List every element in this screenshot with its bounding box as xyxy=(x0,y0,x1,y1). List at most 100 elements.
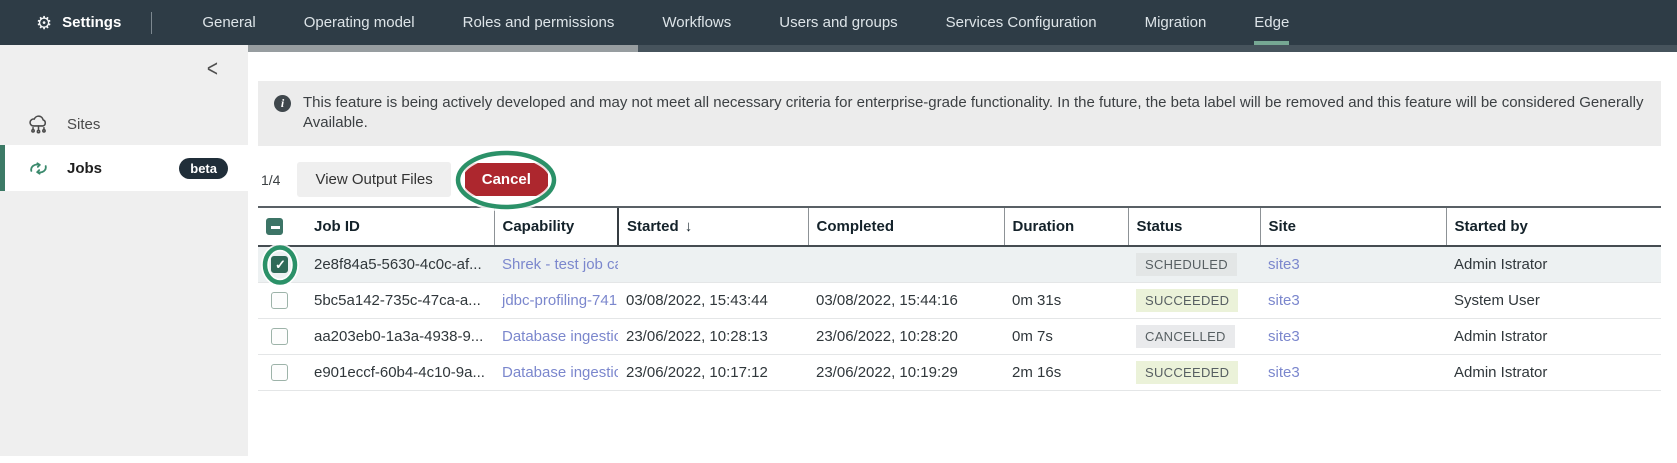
brand-label: Settings xyxy=(62,14,121,31)
jobs-table: Job ID Capability Started↓ Completed Dur… xyxy=(258,206,1661,392)
banner-text: This feature is being actively developed… xyxy=(303,93,1645,134)
sites-cloud-icon xyxy=(27,113,50,136)
main-content: This feature is being actively developed… xyxy=(248,45,1677,456)
completed-cell: 03/08/2022, 15:44:16 xyxy=(808,283,1004,319)
job-id-cell: 5bc5a142-735c-47ca-a... xyxy=(306,283,494,319)
started-by-cell: Admin Istrator xyxy=(1446,246,1661,283)
started-by-cell: Admin Istrator xyxy=(1446,355,1661,391)
capability-cell: Shrek - test job ca xyxy=(494,246,618,283)
nav-divider xyxy=(151,12,152,34)
site-link[interactable]: site3 xyxy=(1268,292,1300,309)
col-completed[interactable]: Completed xyxy=(808,207,1004,247)
select-cell xyxy=(258,355,306,391)
col-duration[interactable]: Duration xyxy=(1004,207,1128,247)
status-cell: SUCCEEDED xyxy=(1128,355,1260,391)
tab-edge[interactable]: Edge xyxy=(1230,0,1313,45)
jobs-toolbar: 1/4 View Output Files Cancel xyxy=(258,160,1661,200)
table-header-row: Job ID Capability Started↓ Completed Dur… xyxy=(258,207,1661,247)
sidebar-item-label: Sites xyxy=(67,116,100,133)
status-badge: SUCCEEDED xyxy=(1136,289,1238,312)
job-id-cell: e901eccf-60b4-4c10-9a... xyxy=(306,355,494,391)
info-icon xyxy=(274,95,291,112)
sort-desc-icon: ↓ xyxy=(685,218,693,235)
site-link[interactable]: site3 xyxy=(1268,328,1300,345)
tab-services-configuration[interactable]: Services Configuration xyxy=(922,0,1121,45)
site-cell: site3 xyxy=(1260,283,1446,319)
completed-cell xyxy=(808,246,1004,283)
status-cell: SUCCEEDED xyxy=(1128,283,1260,319)
sidebar-item-jobs[interactable]: Jobs beta xyxy=(0,145,248,191)
capability-link[interactable]: Database ingestic xyxy=(502,364,618,381)
capability-cell: jdbc-profiling-741 xyxy=(494,283,618,319)
site-link[interactable]: site3 xyxy=(1268,364,1300,381)
horizontal-scrollbar-track[interactable] xyxy=(0,45,1677,52)
row-checkbox[interactable] xyxy=(271,292,288,309)
gear-icon: ⚙ xyxy=(36,14,52,32)
status-cell: SCHEDULED xyxy=(1128,246,1260,283)
tab-users-and-groups[interactable]: Users and groups xyxy=(755,0,921,45)
col-started[interactable]: Started↓ xyxy=(618,207,808,247)
tab-migration[interactable]: Migration xyxy=(1121,0,1231,45)
started-cell: 23/06/2022, 10:28:13 xyxy=(618,319,808,355)
duration-cell: 2m 16s xyxy=(1004,355,1128,391)
selection-count: 1/4 xyxy=(261,172,280,188)
select-cell xyxy=(258,319,306,355)
status-badge: SUCCEEDED xyxy=(1136,361,1238,384)
completed-cell: 23/06/2022, 10:28:20 xyxy=(808,319,1004,355)
capability-link[interactable]: Shrek - test job ca xyxy=(502,256,618,273)
select-all-checkbox[interactable] xyxy=(266,218,283,235)
site-cell: site3 xyxy=(1260,319,1446,355)
started-cell xyxy=(618,246,808,283)
capability-link[interactable]: jdbc-profiling-741 xyxy=(502,292,617,309)
capability-cell: Database ingestic xyxy=(494,355,618,391)
sidebar-collapse-icon[interactable]: < xyxy=(207,56,218,84)
job-id-cell: 2e8f84a5-5630-4c0c-af... xyxy=(306,246,494,283)
select-cell xyxy=(258,283,306,319)
view-output-files-button[interactable]: View Output Files xyxy=(297,162,450,197)
row-checkbox[interactable] xyxy=(271,364,288,381)
col-status[interactable]: Status xyxy=(1128,207,1260,247)
sidebar-item-sites[interactable]: Sites xyxy=(0,103,248,145)
started-cell: 23/06/2022, 10:17:12 xyxy=(618,355,808,391)
started-by-cell: Admin Istrator xyxy=(1446,319,1661,355)
table-row: aa203eb0-1a3a-4938-9... Database ingesti… xyxy=(258,319,1661,355)
nav-tabs: General Operating model Roles and permis… xyxy=(178,0,1313,45)
row-checkbox[interactable] xyxy=(271,256,288,273)
sidebar: < Sites xyxy=(0,45,248,456)
col-started-by[interactable]: Started by xyxy=(1446,207,1661,247)
capability-link[interactable]: Database ingestic xyxy=(502,328,618,345)
completed-cell: 23/06/2022, 10:19:29 xyxy=(808,355,1004,391)
col-site[interactable]: Site xyxy=(1260,207,1446,247)
jobs-sync-icon xyxy=(27,157,50,180)
tab-operating-model[interactable]: Operating model xyxy=(280,0,439,45)
duration-cell xyxy=(1004,246,1128,283)
site-cell: site3 xyxy=(1260,355,1446,391)
status-badge: CANCELLED xyxy=(1136,325,1235,348)
site-cell: site3 xyxy=(1260,246,1446,283)
col-job-id[interactable]: Job ID xyxy=(306,207,494,247)
cancel-button[interactable]: Cancel xyxy=(465,163,548,196)
col-capability[interactable]: Capability xyxy=(494,207,618,247)
table-row: 5bc5a142-735c-47ca-a... jdbc-profiling-7… xyxy=(258,283,1661,319)
duration-cell: 0m 31s xyxy=(1004,283,1128,319)
top-nav: ⚙ Settings General Operating model Roles… xyxy=(0,0,1677,45)
status-cell: CANCELLED xyxy=(1128,319,1260,355)
settings-brand: ⚙ Settings xyxy=(36,14,121,32)
select-cell xyxy=(258,246,306,283)
tab-workflows[interactable]: Workflows xyxy=(638,0,755,45)
tab-roles-and-permissions[interactable]: Roles and permissions xyxy=(439,0,639,45)
beta-info-banner: This feature is being actively developed… xyxy=(258,81,1661,146)
select-all-cell xyxy=(258,207,306,247)
row-checkbox[interactable] xyxy=(271,328,288,345)
site-link[interactable]: site3 xyxy=(1268,256,1300,273)
beta-badge: beta xyxy=(179,158,228,179)
sidebar-item-label: Jobs xyxy=(67,160,102,177)
table-row: e901eccf-60b4-4c10-9a... Database ingest… xyxy=(258,355,1661,391)
table-row: 2e8f84a5-5630-4c0c-af... Shrek - test jo… xyxy=(258,246,1661,283)
tab-general[interactable]: General xyxy=(178,0,279,45)
started-cell: 03/08/2022, 15:43:44 xyxy=(618,283,808,319)
status-badge: SCHEDULED xyxy=(1136,253,1237,276)
job-id-cell: aa203eb0-1a3a-4938-9... xyxy=(306,319,494,355)
duration-cell: 0m 7s xyxy=(1004,319,1128,355)
started-by-cell: System User xyxy=(1446,283,1661,319)
